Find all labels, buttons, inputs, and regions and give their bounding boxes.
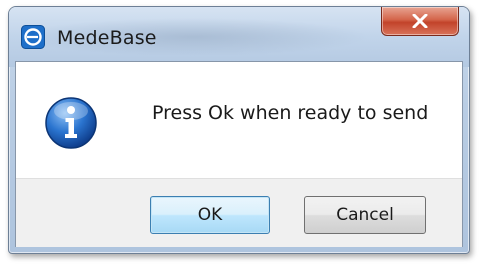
dialog-body: Press Ok when ready to send OK Cancel <box>15 61 463 247</box>
message-area: Press Ok when ready to send <box>16 62 462 178</box>
button-bar: OK Cancel <box>16 178 462 247</box>
medebase-app-icon <box>21 25 45 49</box>
dialog-message: Press Ok when ready to send <box>152 102 429 124</box>
close-button[interactable] <box>381 7 459 36</box>
info-icon <box>44 96 98 150</box>
window-title: MedeBase <box>57 27 157 49</box>
cancel-button[interactable]: Cancel <box>304 196 426 234</box>
title-bar[interactable]: MedeBase <box>9 7 469 67</box>
close-x-icon <box>412 14 428 28</box>
message-dialog-window: MedeBase Press Ok when ready to send OK … <box>8 6 470 254</box>
ok-button[interactable]: OK <box>150 196 270 234</box>
